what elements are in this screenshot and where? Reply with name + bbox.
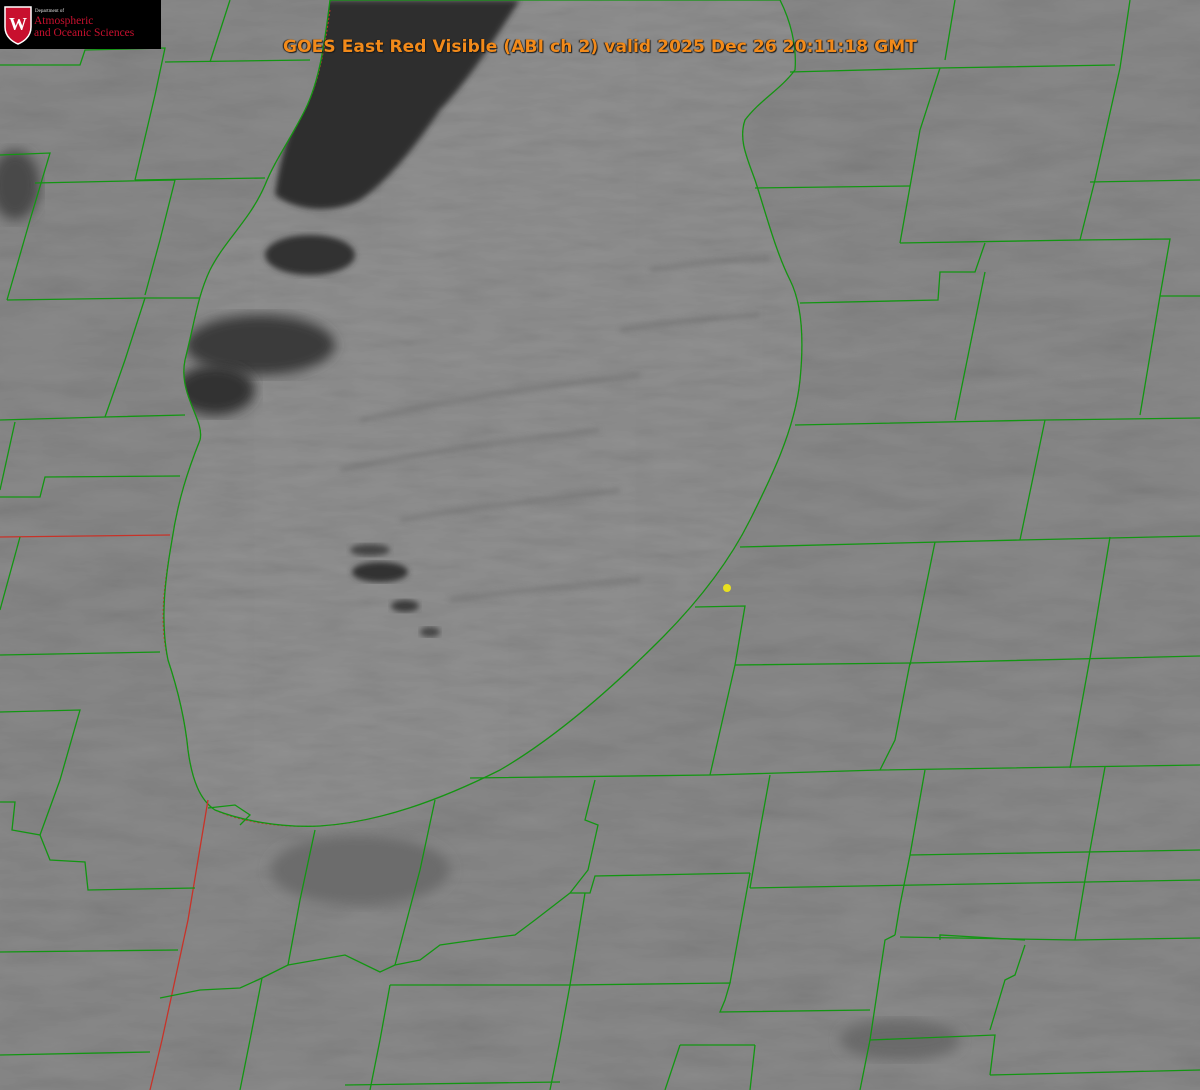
logo-line1: Atmospheric <box>34 15 94 27</box>
station-marker[interactable] <box>723 584 731 592</box>
crest-letter: W <box>9 14 27 34</box>
map-viewport: W Department of Atmospheric and Oceanic … <box>0 0 1200 1090</box>
logo-dept-text: Department of <box>35 9 65 14</box>
image-title: GOES East Red Visible (ABI ch 2) valid 2… <box>283 37 917 57</box>
satellite-map <box>0 0 1200 1090</box>
